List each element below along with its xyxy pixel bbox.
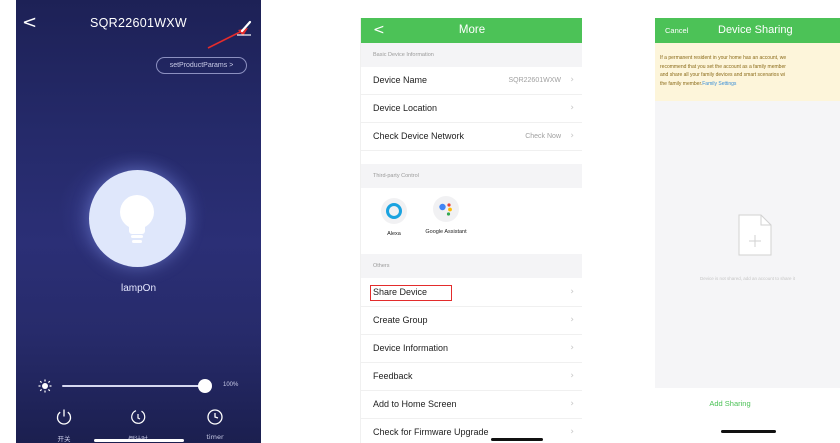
google-assistant-label: Google Assistant	[425, 229, 467, 235]
family-settings-link[interactable]: Family Settings	[702, 81, 736, 87]
row-add-to-home-screen[interactable]: Add to Home Screen ›	[361, 391, 582, 419]
chevron-right-icon: ›	[570, 315, 574, 325]
row-label: Device Information	[373, 343, 449, 353]
bulb-icon	[120, 195, 154, 243]
home-indicator	[721, 430, 776, 433]
row-value: SQR22601WXW	[508, 77, 561, 84]
chevron-right-icon: ›	[570, 131, 574, 141]
brightness-slider-thumb[interactable]	[198, 379, 212, 393]
notice-line: If a permanent resident in your home has…	[660, 55, 787, 61]
brightness-percent: 100%	[223, 382, 239, 388]
countdown-icon[interactable]	[129, 408, 147, 426]
row-label: Device Name	[373, 75, 428, 85]
section-others: Others	[361, 254, 582, 278]
row-feedback[interactable]: Feedback ›	[361, 363, 582, 391]
notice-line: and share all your family devices and sm…	[660, 72, 786, 78]
alexa-icon	[386, 203, 402, 219]
row-label: Device Location	[373, 103, 438, 113]
device-sharing-screen: Cancel Device Sharing If a permanent res…	[655, 18, 840, 443]
cancel-button[interactable]: Cancel	[665, 26, 688, 35]
chevron-right-icon: ›	[570, 75, 574, 85]
section-third-party: Third-party Control	[361, 164, 582, 188]
sharing-footer	[655, 388, 840, 443]
timer-label: timer	[206, 433, 224, 441]
row-device-name[interactable]: Device Name SQR22601WXW ›	[361, 67, 582, 95]
more-nav-bar: < More	[361, 18, 582, 43]
chevron-right-icon: ›	[570, 343, 574, 353]
row-label: Feedback	[373, 371, 413, 381]
brightness-icon	[38, 379, 52, 393]
chevron-right-icon: ›	[570, 399, 574, 409]
row-device-information[interactable]: Device Information ›	[361, 335, 582, 363]
google-assistant-button[interactable]	[433, 196, 459, 222]
row-label: Check Device Network	[373, 131, 465, 141]
row-device-location[interactable]: Device Location ›	[361, 95, 582, 123]
row-label: Check for Firmware Upgrade	[373, 427, 489, 437]
empty-state-text: Device is not shared, add an account to …	[699, 276, 796, 281]
home-indicator	[94, 439, 184, 442]
power-icon[interactable]	[55, 408, 73, 426]
row-label: Add to Home Screen	[373, 399, 457, 409]
notice-text: the family member.	[660, 80, 703, 87]
clock-icon[interactable]	[206, 408, 224, 426]
notice-line: recommend that you set the account as a …	[660, 63, 786, 70]
set-product-params-button[interactable]: setProductParams >	[156, 57, 247, 74]
row-check-network[interactable]: Check Device Network Check Now ›	[361, 123, 582, 151]
google-assistant-icon	[439, 203, 452, 216]
family-notice: If a permanent resident in your home has…	[655, 43, 840, 101]
section-basic-info: Basic Device Information	[361, 43, 582, 67]
row-create-group[interactable]: Create Group ›	[361, 307, 582, 335]
row-label: Create Group	[373, 315, 428, 325]
chevron-right-icon: ›	[570, 427, 574, 437]
chevron-right-icon: ›	[570, 371, 574, 381]
add-sharing-button[interactable]: Add Sharing	[655, 399, 805, 408]
row-value: Check Now	[525, 133, 561, 140]
lamp-state-label: lampOn	[120, 283, 156, 294]
alexa-label: Alexa	[387, 231, 401, 237]
chevron-right-icon: ›	[570, 103, 574, 113]
row-firmware-upgrade[interactable]: Check for Firmware Upgrade ›	[361, 419, 582, 443]
annotation-highlight-box	[370, 285, 452, 301]
empty-document-icon	[738, 214, 772, 256]
alexa-button[interactable]	[381, 198, 407, 224]
edit-icon[interactable]	[234, 18, 254, 38]
brightness-slider-track[interactable]	[62, 385, 208, 387]
sharing-title: Device Sharing	[718, 24, 793, 36]
home-indicator	[491, 438, 543, 441]
chevron-right-icon: ›	[570, 287, 574, 297]
sharing-nav-bar: Cancel Device Sharing	[655, 18, 840, 43]
lamp-control-screen: < SQR22601WXW setProductParams > lampOn …	[16, 0, 261, 443]
more-screen: < More Basic Device Information Device N…	[360, 18, 582, 443]
notice-line-last: the family member.Family Settings	[660, 80, 840, 89]
more-title: More	[458, 24, 486, 36]
power-label: 开关	[57, 435, 71, 443]
